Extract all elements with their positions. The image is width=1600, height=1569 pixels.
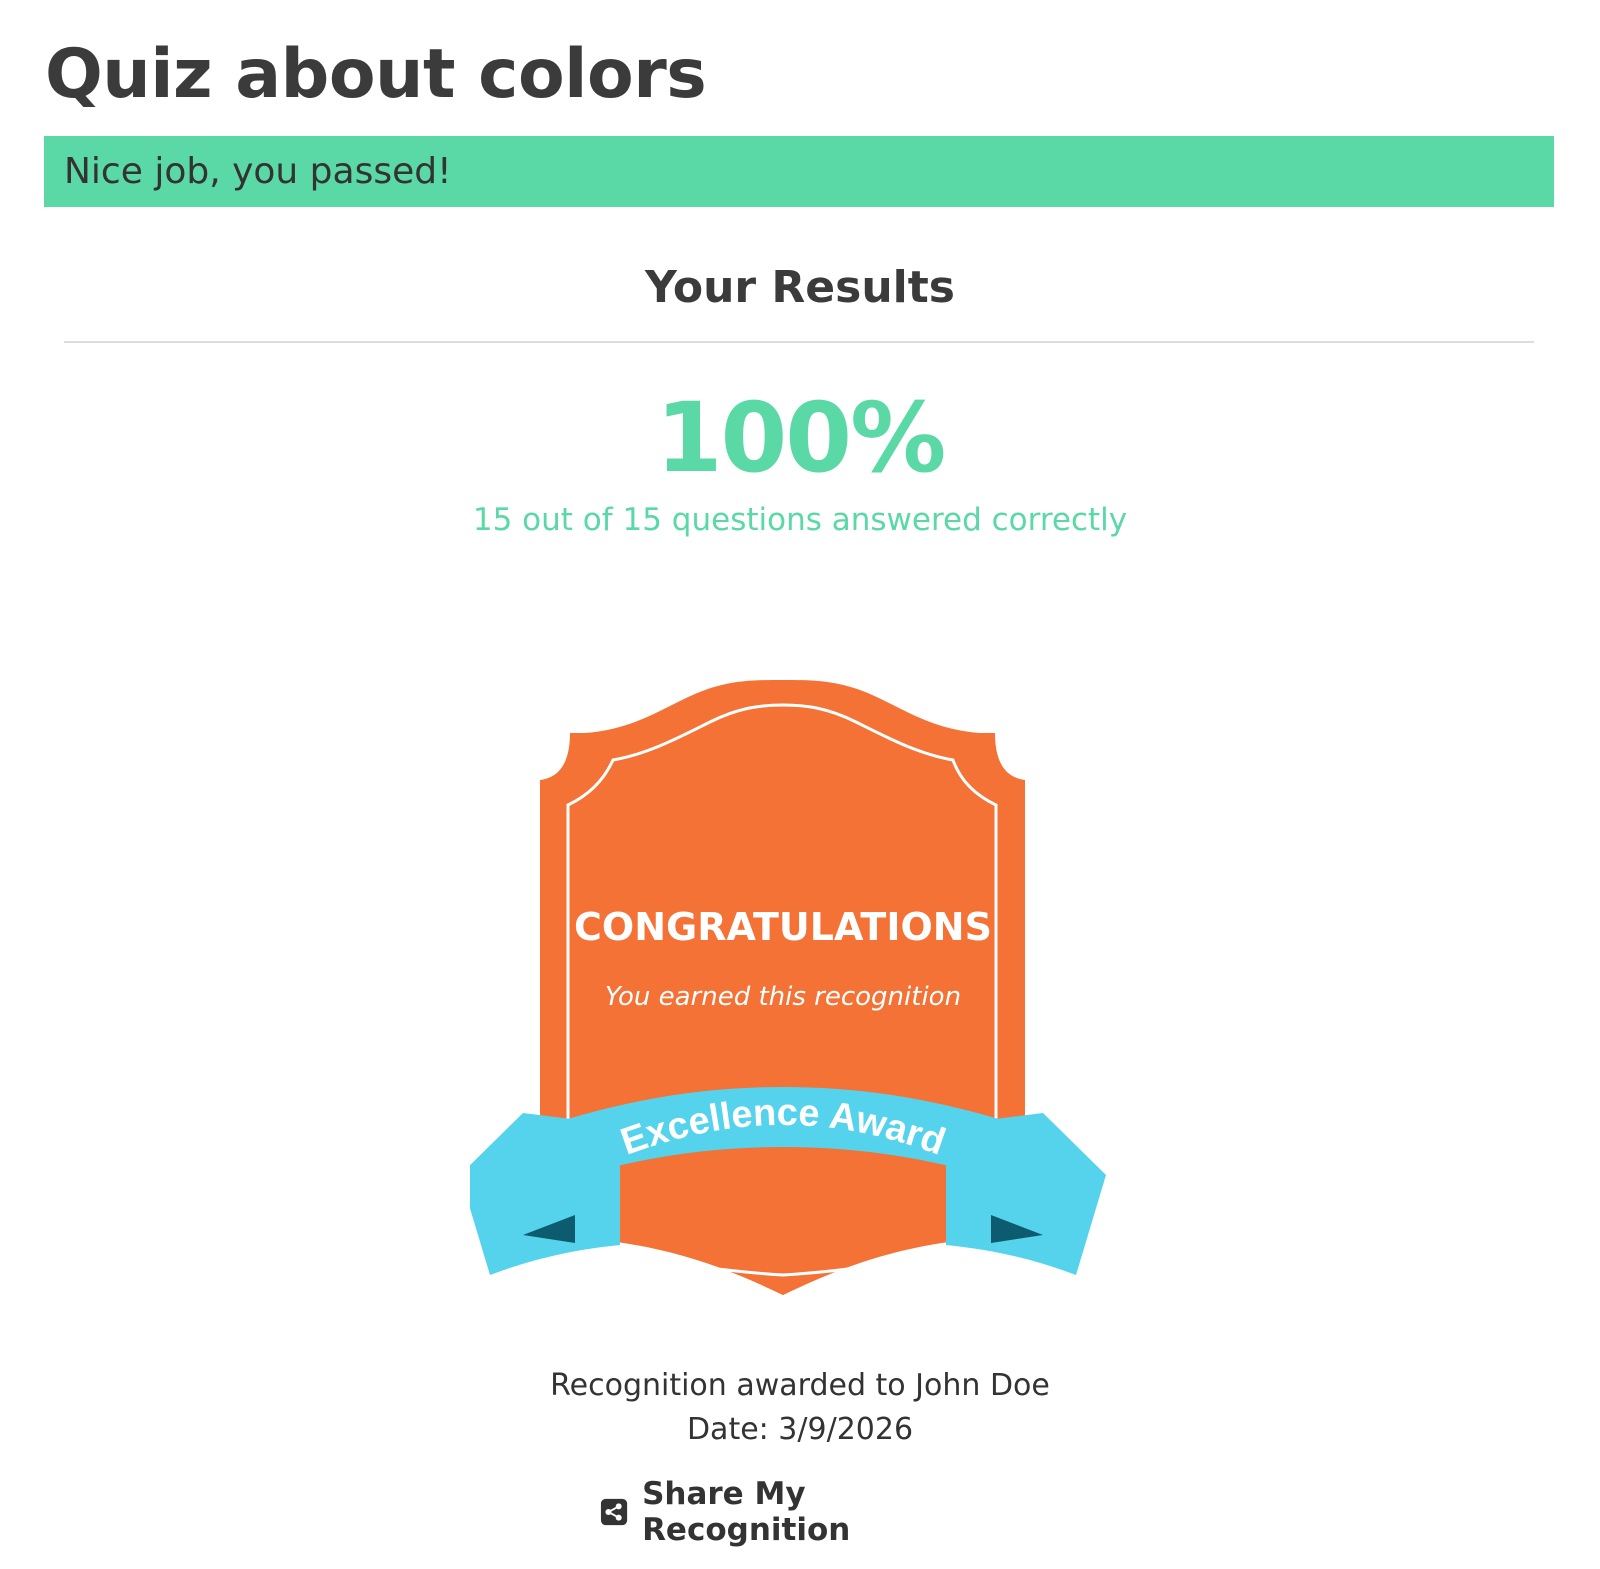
results-heading: Your Results xyxy=(645,262,955,313)
page-title: Quiz about colors xyxy=(45,35,707,114)
results-divider xyxy=(64,341,1534,343)
award-title: CONGRATULATIONS xyxy=(574,905,992,949)
score-percent: 100% xyxy=(655,382,947,494)
awarded-to: Recognition awarded to John Doe xyxy=(550,1368,1050,1403)
pass-message: Nice job, you passed! xyxy=(64,151,452,192)
share-label: Share My Recognition xyxy=(642,1476,851,1548)
award-date: Date: 3/9/2026 xyxy=(686,1412,914,1447)
pass-banner: Nice job, you passed! xyxy=(44,136,1554,207)
share-icon xyxy=(600,1498,628,1526)
score-detail: 15 out of 15 questions answered correctl… xyxy=(472,502,1128,538)
award-badge: CONGRATULATIONS You earned this recognit… xyxy=(470,680,1106,1295)
share-recognition-button[interactable]: Share My Recognition xyxy=(600,1476,1000,1548)
award-subtitle: You earned this recognition xyxy=(605,982,961,1012)
